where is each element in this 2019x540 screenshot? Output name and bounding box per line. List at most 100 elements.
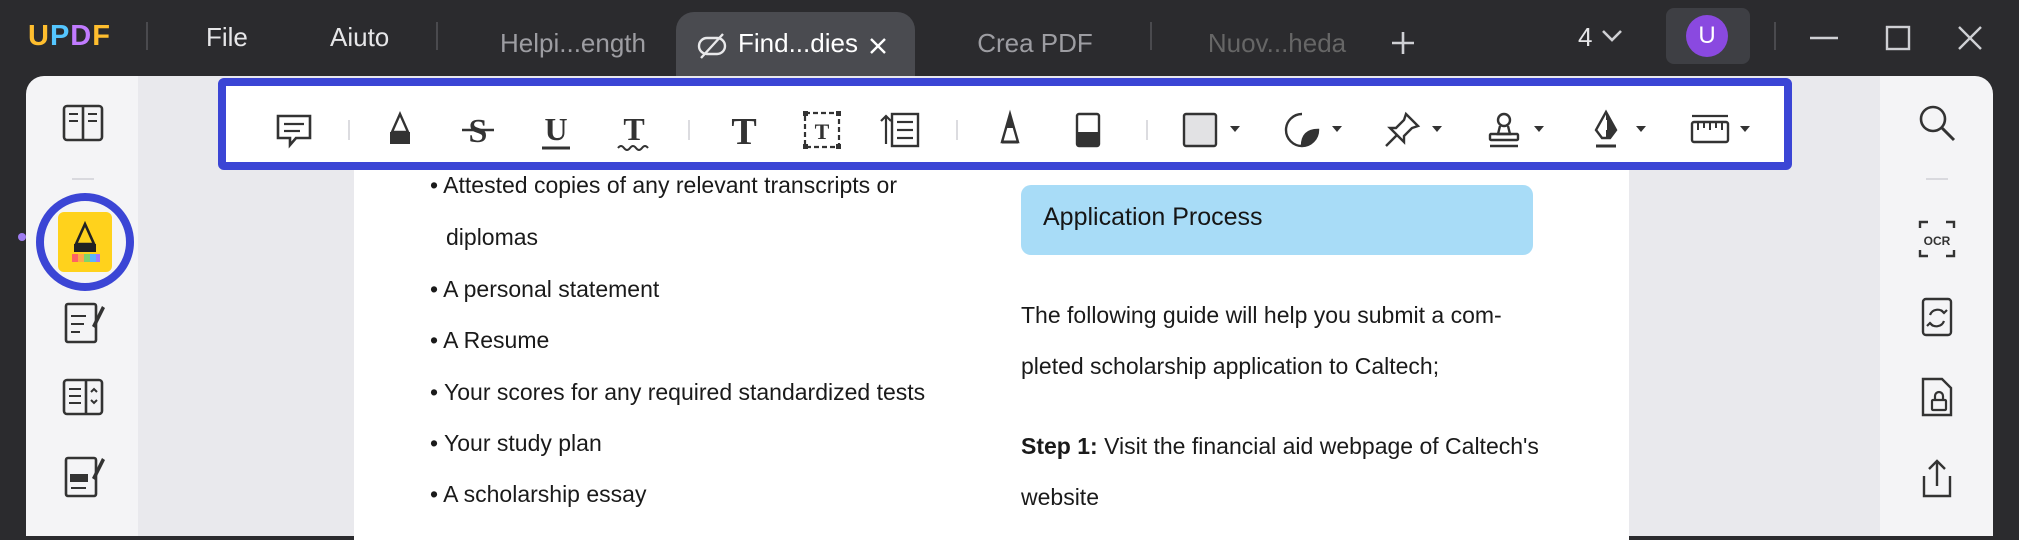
ocr-icon: OCR — [1918, 220, 1956, 258]
separator — [348, 120, 350, 140]
textbox-tool-button[interactable]: T — [800, 108, 844, 152]
close-tab-icon[interactable] — [868, 36, 888, 56]
list-item: • Attested copies of any relevant transc… — [430, 172, 898, 198]
fountain-pen-icon — [1594, 109, 1618, 148]
separator — [1150, 22, 1152, 50]
svg-text:S: S — [469, 113, 488, 150]
title-bar: UPDF File Aiuto Helpi...ength Find...die… — [0, 0, 2019, 80]
separator — [436, 22, 438, 50]
share-icon — [1922, 459, 1952, 498]
comment-icon — [276, 114, 312, 149]
svg-text:U: U — [544, 111, 567, 147]
paragraph-line: The following guide will help you submit… — [1021, 302, 1502, 328]
list-item: • Your study plan — [430, 430, 602, 456]
step-line: Step 1: Visit the financial aid webpage … — [1021, 433, 1539, 460]
tab-label: Crea PDF — [977, 28, 1093, 58]
list-item: • A Resume — [430, 327, 550, 353]
search-button[interactable] — [1914, 100, 1960, 146]
share-button[interactable] — [1914, 456, 1960, 502]
signature-tool-button[interactable] — [1584, 108, 1628, 152]
rectangle-shape-icon — [1182, 112, 1218, 148]
edit-document-icon — [64, 302, 105, 344]
shape-dropdown-caret[interactable] — [1230, 126, 1240, 132]
eraser-tool-button[interactable] — [1066, 108, 1110, 152]
squiggly-tool-button[interactable]: T — [612, 108, 656, 152]
sticker-icon — [1284, 112, 1320, 148]
book-icon — [62, 104, 104, 142]
underline-icon: U — [542, 111, 570, 150]
separator — [146, 22, 148, 50]
tab-document-3[interactable]: Crea PDF — [940, 12, 1130, 80]
ocr-button[interactable]: OCR — [1914, 216, 1960, 262]
pin-tool-button[interactable] — [1380, 108, 1424, 152]
divider — [1926, 178, 1948, 180]
step-label: Step 1: — [1021, 433, 1098, 459]
menu-file[interactable]: File — [206, 22, 248, 53]
separator — [1146, 120, 1148, 140]
underline-tool-button[interactable]: U — [534, 108, 578, 152]
page-count[interactable]: 4 — [1578, 22, 1592, 53]
sticker-tool-button[interactable] — [1280, 108, 1324, 152]
step-text: Visit the financial aid webpage of Calte… — [1097, 433, 1539, 459]
section-title: Application Process — [1043, 203, 1263, 231]
search-icon — [1919, 105, 1956, 142]
separator — [956, 120, 958, 140]
separator — [688, 120, 690, 140]
text-callout-icon — [880, 112, 920, 148]
text-callout-tool-button[interactable] — [878, 108, 922, 152]
textbox-icon: T — [803, 111, 841, 149]
convert-icon — [1921, 297, 1953, 337]
list-item: • A personal statement — [430, 276, 660, 302]
strikethrough-tool-button[interactable]: S — [456, 108, 500, 152]
tab-document-1[interactable]: Helpi...ength — [464, 12, 682, 80]
measure-dropdown-caret[interactable] — [1740, 126, 1750, 132]
annotation-toolbar: S U T T T — [218, 78, 1792, 170]
stamp-dropdown-caret[interactable] — [1534, 126, 1544, 132]
form-icon — [64, 456, 105, 498]
user-avatar-button[interactable]: U — [1666, 8, 1750, 64]
convert-button[interactable] — [1914, 294, 1960, 340]
chevron-down-icon[interactable] — [1600, 28, 1624, 44]
text-tool-button[interactable]: T — [722, 108, 766, 153]
comment-mode-button[interactable] — [58, 212, 112, 272]
shape-tool-button[interactable] — [1178, 108, 1222, 152]
unlinked-icon — [697, 33, 727, 59]
signature-dropdown-caret[interactable] — [1636, 126, 1646, 132]
highlight-tool-button[interactable] — [378, 108, 422, 152]
comment-tool-button[interactable] — [272, 108, 316, 152]
pin-icon — [1385, 111, 1421, 147]
measure-tool-button[interactable] — [1688, 108, 1732, 152]
pencil-icon — [1000, 109, 1020, 144]
edit-pdf-icon[interactable] — [56, 296, 110, 350]
close-window-icon[interactable] — [1954, 22, 1986, 54]
reader-mode-icon[interactable] — [56, 96, 110, 150]
updf-logo: UPDF — [28, 20, 111, 52]
squiggly-icon: T — [617, 111, 649, 151]
svg-text:OCR: OCR — [1924, 234, 1951, 248]
minimize-icon[interactable] — [1808, 22, 1840, 54]
tab-label: Helpi...ength — [500, 28, 646, 58]
pin-dropdown-caret[interactable] — [1432, 126, 1442, 132]
lock-document-icon — [1921, 377, 1953, 417]
add-tab-icon[interactable] — [1390, 30, 1416, 56]
tab-document-4[interactable]: Nuov...heda — [1182, 12, 1372, 80]
stamp-icon — [1488, 112, 1520, 148]
pencil-tool-button[interactable] — [988, 108, 1032, 152]
tab-label: Find...dies — [738, 28, 858, 58]
highlighter-icon — [72, 220, 100, 262]
highlight-icon — [390, 111, 410, 144]
pages-icon — [62, 378, 104, 416]
protect-button[interactable] — [1914, 374, 1960, 420]
fill-sign-icon[interactable] — [56, 450, 110, 504]
list-item: • A scholarship essay — [430, 481, 647, 507]
maximize-icon[interactable] — [1882, 22, 1914, 54]
svg-text:T: T — [623, 111, 644, 147]
avatar: U — [1686, 15, 1728, 57]
organize-pages-icon[interactable] — [56, 370, 110, 424]
paragraph-line: website — [1021, 484, 1099, 510]
stamp-tool-button[interactable] — [1482, 108, 1526, 152]
sticker-dropdown-caret[interactable] — [1332, 126, 1342, 132]
menu-help[interactable]: Aiuto — [330, 22, 389, 53]
list-item: • Your scores for any required standardi… — [430, 379, 926, 405]
tab-document-2-active[interactable]: Find...dies — [676, 12, 915, 80]
